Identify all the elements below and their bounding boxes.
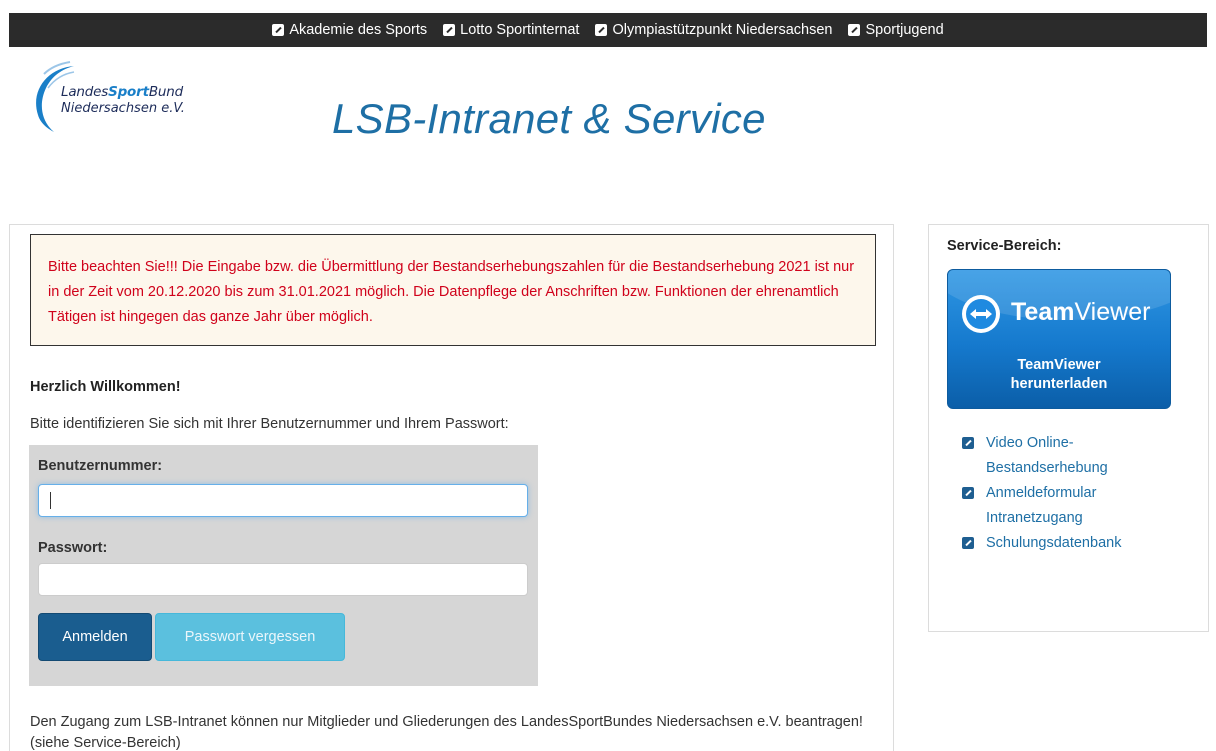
external-link-icon <box>962 537 974 549</box>
teamviewer-brand: TeamViewer <box>1011 298 1151 326</box>
username-label: Benutzernummer: <box>38 458 163 474</box>
nav-link-olympiastuetzpunkt[interactable]: Olympiastützpunkt Niedersachsen <box>595 22 832 38</box>
teamviewer-cta: TeamViewer herunterladen <box>948 356 1170 394</box>
login-form: Benutzernummer: Passwort: Anmelden Passw… <box>29 445 538 686</box>
double-arrow-icon <box>970 309 992 319</box>
main-panel: Bitte beachten Sie!!! Die Eingabe bzw. d… <box>9 224 894 751</box>
nav-link-sportinternat[interactable]: Lotto Sportinternat <box>443 22 579 38</box>
top-nav-bar: Akademie des Sports Lotto Sportinternat … <box>9 13 1207 47</box>
access-info-text: Den Zugang zum LSB-Intranet können nur M… <box>30 714 863 751</box>
teamviewer-download-banner[interactable]: TeamViewer TeamViewer herunterladen <box>947 269 1171 409</box>
password-input[interactable] <box>38 563 528 596</box>
notice-alert: Bitte beachten Sie!!! Die Eingabe bzw. d… <box>30 234 876 346</box>
service-link-schulungsdatenbank[interactable]: Schulungsdatenbank <box>962 531 1162 556</box>
service-link-anmeldeformular[interactable]: Anmeldeformular Intranetzugang <box>962 481 1162 531</box>
nav-link-label: Sportjugend <box>865 22 944 38</box>
service-sidebar: Service-Bereich: TeamViewer TeamViewer h… <box>928 224 1209 632</box>
text-cursor <box>50 492 51 509</box>
welcome-heading: Herzlich Willkommen! <box>30 379 181 395</box>
external-link-icon <box>595 24 608 36</box>
login-instructions: Bitte identifizieren Sie sich mit Ihrer … <box>30 416 509 432</box>
external-link-icon <box>962 487 974 499</box>
lsb-logo[interactable]: LandesSportBund Niedersachsen e.V. <box>28 60 208 135</box>
forgot-password-button[interactable]: Passwort vergessen <box>155 613 345 661</box>
nav-link-label: Lotto Sportinternat <box>460 22 580 38</box>
nav-link-sportjugend[interactable]: Sportjugend <box>848 22 944 38</box>
nav-link-label: Akademie des Sports <box>289 22 428 38</box>
nav-link-label: Olympiastützpunkt Niedersachsen <box>612 22 833 38</box>
external-link-icon <box>848 24 861 36</box>
external-link-icon <box>962 437 974 449</box>
service-links: Video Online-Bestandserhebung Anmeldefor… <box>962 431 1162 556</box>
external-link-icon <box>443 24 456 36</box>
service-link-video[interactable]: Video Online-Bestandserhebung <box>962 431 1162 481</box>
page-title: LSB-Intranet & Service <box>332 95 766 142</box>
service-link-label: Anmeldeformular Intranetzugang <box>986 485 1097 526</box>
sidebar-title: Service-Bereich: <box>947 238 1062 254</box>
username-input[interactable] <box>38 484 528 517</box>
logo-text-line1: LandesSportBund <box>61 84 183 100</box>
login-button[interactable]: Anmelden <box>38 613 152 661</box>
teamviewer-cta-line2: herunterladen <box>1010 376 1108 392</box>
service-link-label: Schulungsdatenbank <box>986 535 1122 551</box>
logo-text-line2: Niedersachsen e.V. <box>61 101 185 116</box>
nav-link-akademie[interactable]: Akademie des Sports <box>272 22 427 38</box>
external-link-icon <box>272 24 285 36</box>
service-link-label: Video Online-Bestandserhebung <box>986 435 1108 476</box>
teamviewer-cta-line1: TeamViewer <box>1017 357 1101 373</box>
password-label: Passwort: <box>38 540 108 556</box>
